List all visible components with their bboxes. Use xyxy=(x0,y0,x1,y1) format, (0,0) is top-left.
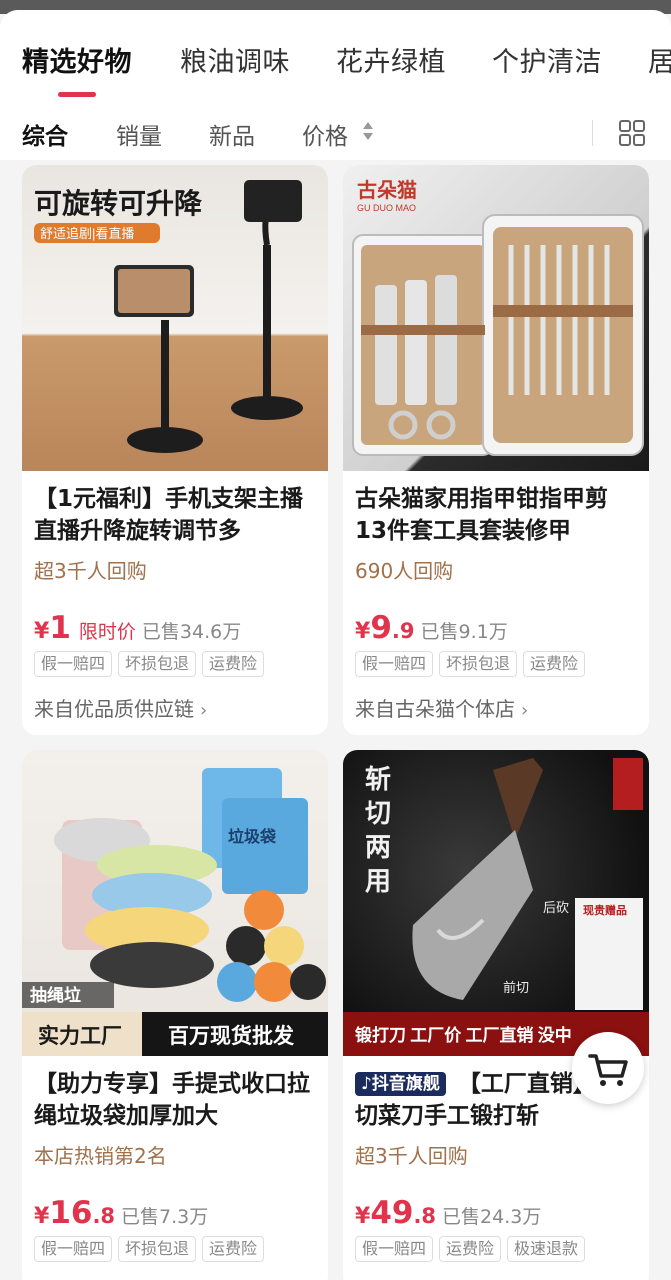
sold-count: 已售9.1万 xyxy=(420,621,508,643)
price-decimal: .8 xyxy=(413,1204,437,1228)
badge: 极速退款 xyxy=(507,1236,586,1262)
douyin-icon: ♪ xyxy=(361,1074,372,1094)
price-integer: 49 xyxy=(370,1195,414,1231)
rank-tag: 本店热销第2名 xyxy=(34,1144,167,1168)
badge: 运费险 xyxy=(202,1236,265,1262)
price-integer: 1 xyxy=(49,610,71,646)
tab-home[interactable]: 居 xyxy=(648,40,671,79)
chevron-right-icon: › xyxy=(521,700,529,721)
tab-flowers[interactable]: 花卉绿植 xyxy=(336,40,446,79)
image-banner: 锻打刀 工厂价 工厂直销 没中 xyxy=(355,1025,572,1045)
badge: 运费险 xyxy=(523,651,586,677)
tab-personal-care[interactable]: 个护清洁 xyxy=(492,40,602,79)
product-sheet: 精选好物 粮油调味 花卉绿植 个护清洁 居 综合 销量 新品 价格 可旋转可升降… xyxy=(0,10,671,1280)
tab-grain-oil[interactable]: 粮油调味 xyxy=(180,40,290,79)
service-badges: 假一赔四 坏损包退 运费险 xyxy=(355,651,591,677)
image-wholesale-label: 百万现货批发 xyxy=(168,1024,295,1048)
header: 精选好物 粮油调味 花卉绿植 个护清洁 居 综合 销量 新品 价格 xyxy=(0,10,671,160)
product-card[interactable]: 垃圾袋 抽绳垃 实力工厂 百万现货批发 【助力专享】手提式收口拉绳垃圾袋加厚加大 xyxy=(22,750,328,1280)
badge: 运费险 xyxy=(439,1236,502,1262)
image-brand-sub: GU DUO MAO xyxy=(357,203,416,213)
shop-name: 来自优品质供应链 xyxy=(34,697,194,721)
divider xyxy=(592,120,593,146)
limited-price-label: 限时价 xyxy=(78,621,136,643)
product-image[interactable]: 斩 切 两 用 后砍 前切 现贵赠品 锻打刀 工厂价 工厂直销 没中 xyxy=(343,750,649,1056)
product-title[interactable]: 【助力专享】手提式收口拉绳垃圾袋加厚加大 xyxy=(34,1068,318,1132)
price-symbol: ¥ xyxy=(34,619,50,644)
sold-count: 已售7.3万 xyxy=(121,1206,209,1228)
sort-bar: 综合 销量 新品 价格 xyxy=(0,112,671,152)
store-badge-label: 抖音旗舰 xyxy=(371,1074,440,1094)
service-badges: 假一赔四 运费险 极速退款 xyxy=(355,1236,591,1262)
image-label-front: 前切 xyxy=(503,980,529,995)
store-badge: ♪抖音旗舰 xyxy=(355,1072,446,1096)
image-vertical-text: 斩 切 两 用 xyxy=(365,765,398,896)
product-image[interactable]: 垃圾袋 抽绳垃 实力工厂 百万现货批发 xyxy=(22,750,328,1056)
repurchase-tag: 超3千人回购 xyxy=(355,1144,468,1168)
badge: 坏损包退 xyxy=(439,651,518,677)
product-card[interactable]: 古朵猫 GU DUO MAO 古朵猫家用指甲钳指甲剪13件套工具套装修甲 690… xyxy=(343,165,649,735)
service-badges: 假一赔四 坏损包退 运费险 xyxy=(34,651,270,677)
price-row: ¥16.8 已售7.3万 xyxy=(34,1195,208,1231)
image-factory-label: 实力工厂 xyxy=(38,1024,122,1048)
product-card[interactable]: 斩 切 两 用 后砍 前切 现贵赠品 锻打刀 工厂价 工厂直销 没中 ♪抖音旗舰… xyxy=(343,750,649,1280)
image-brand: 古朵猫 xyxy=(357,178,417,202)
badge: 假一赔四 xyxy=(355,1236,434,1262)
tab-featured[interactable]: 精选好物 xyxy=(22,40,132,79)
product-image[interactable]: 古朵猫 GU DUO MAO xyxy=(343,165,649,471)
image-gift-title: 现贵赠品 xyxy=(583,903,627,917)
price-symbol: ¥ xyxy=(355,619,371,644)
sold-count: 已售34.6万 xyxy=(141,621,242,643)
badge: 假一赔四 xyxy=(34,651,113,677)
badge: 假一赔四 xyxy=(355,651,434,677)
sort-price[interactable]: 价格 xyxy=(302,117,348,151)
cart-button[interactable] xyxy=(572,1032,644,1104)
product-title[interactable]: 古朵猫家用指甲钳指甲剪13件套工具套装修甲 xyxy=(355,483,639,547)
repurchase-tag: 690人回购 xyxy=(355,559,454,583)
image-corner-label: 抽绳垃 xyxy=(30,985,81,1005)
price-row: ¥49.8 已售24.3万 xyxy=(355,1195,541,1231)
sort-new[interactable]: 新品 xyxy=(209,117,255,151)
badge: 坏损包退 xyxy=(118,1236,197,1262)
price-symbol: ¥ xyxy=(34,1204,50,1229)
image-headline: 可旋转可升降 xyxy=(34,188,203,219)
price-row: ¥9.9 已售9.1万 xyxy=(355,610,508,646)
price-symbol: ¥ xyxy=(355,1204,371,1229)
cart-icon xyxy=(588,1054,628,1086)
price-integer: 16 xyxy=(49,1195,93,1231)
badge: 运费险 xyxy=(202,651,265,677)
product-title[interactable]: 【1元福利】手机支架主播直播升降旋转调节多 xyxy=(34,483,318,547)
sort-arrows-icon[interactable] xyxy=(363,122,373,142)
chevron-right-icon: › xyxy=(200,700,208,721)
service-badges: 假一赔四 坏损包退 运费险 xyxy=(34,1236,270,1262)
shop-link[interactable]: 来自古朵猫个体店 › xyxy=(355,693,528,722)
grid-view-icon[interactable] xyxy=(619,120,645,146)
sold-count: 已售24.3万 xyxy=(442,1206,542,1228)
shop-name: 来自古朵猫个体店 xyxy=(355,697,515,721)
active-tab-indicator xyxy=(58,92,96,97)
price-integer: 9 xyxy=(370,610,392,646)
image-label-back: 后砍 xyxy=(543,900,569,915)
price-decimal: .9 xyxy=(391,619,415,643)
shop-link[interactable]: 来自优品质供应链 › xyxy=(34,693,207,722)
badge: 坏损包退 xyxy=(118,651,197,677)
sort-sales[interactable]: 销量 xyxy=(116,117,162,151)
image-bag-label: 垃圾袋 xyxy=(228,827,277,846)
price-row: ¥1 限时价 已售34.6万 xyxy=(34,610,241,646)
badge: 假一赔四 xyxy=(34,1236,113,1262)
price-decimal: .8 xyxy=(92,1204,116,1228)
product-card[interactable]: 可旋转可升降 舒适追剧|看直播 【1元福利】手机支架主播直播升降旋转调节多 超3… xyxy=(22,165,328,735)
image-subline: 舒适追剧|看直播 xyxy=(40,226,134,241)
product-image[interactable]: 可旋转可升降 舒适追剧|看直播 xyxy=(22,165,328,471)
sort-comprehensive[interactable]: 综合 xyxy=(22,117,68,151)
repurchase-tag: 超3千人回购 xyxy=(34,559,147,583)
